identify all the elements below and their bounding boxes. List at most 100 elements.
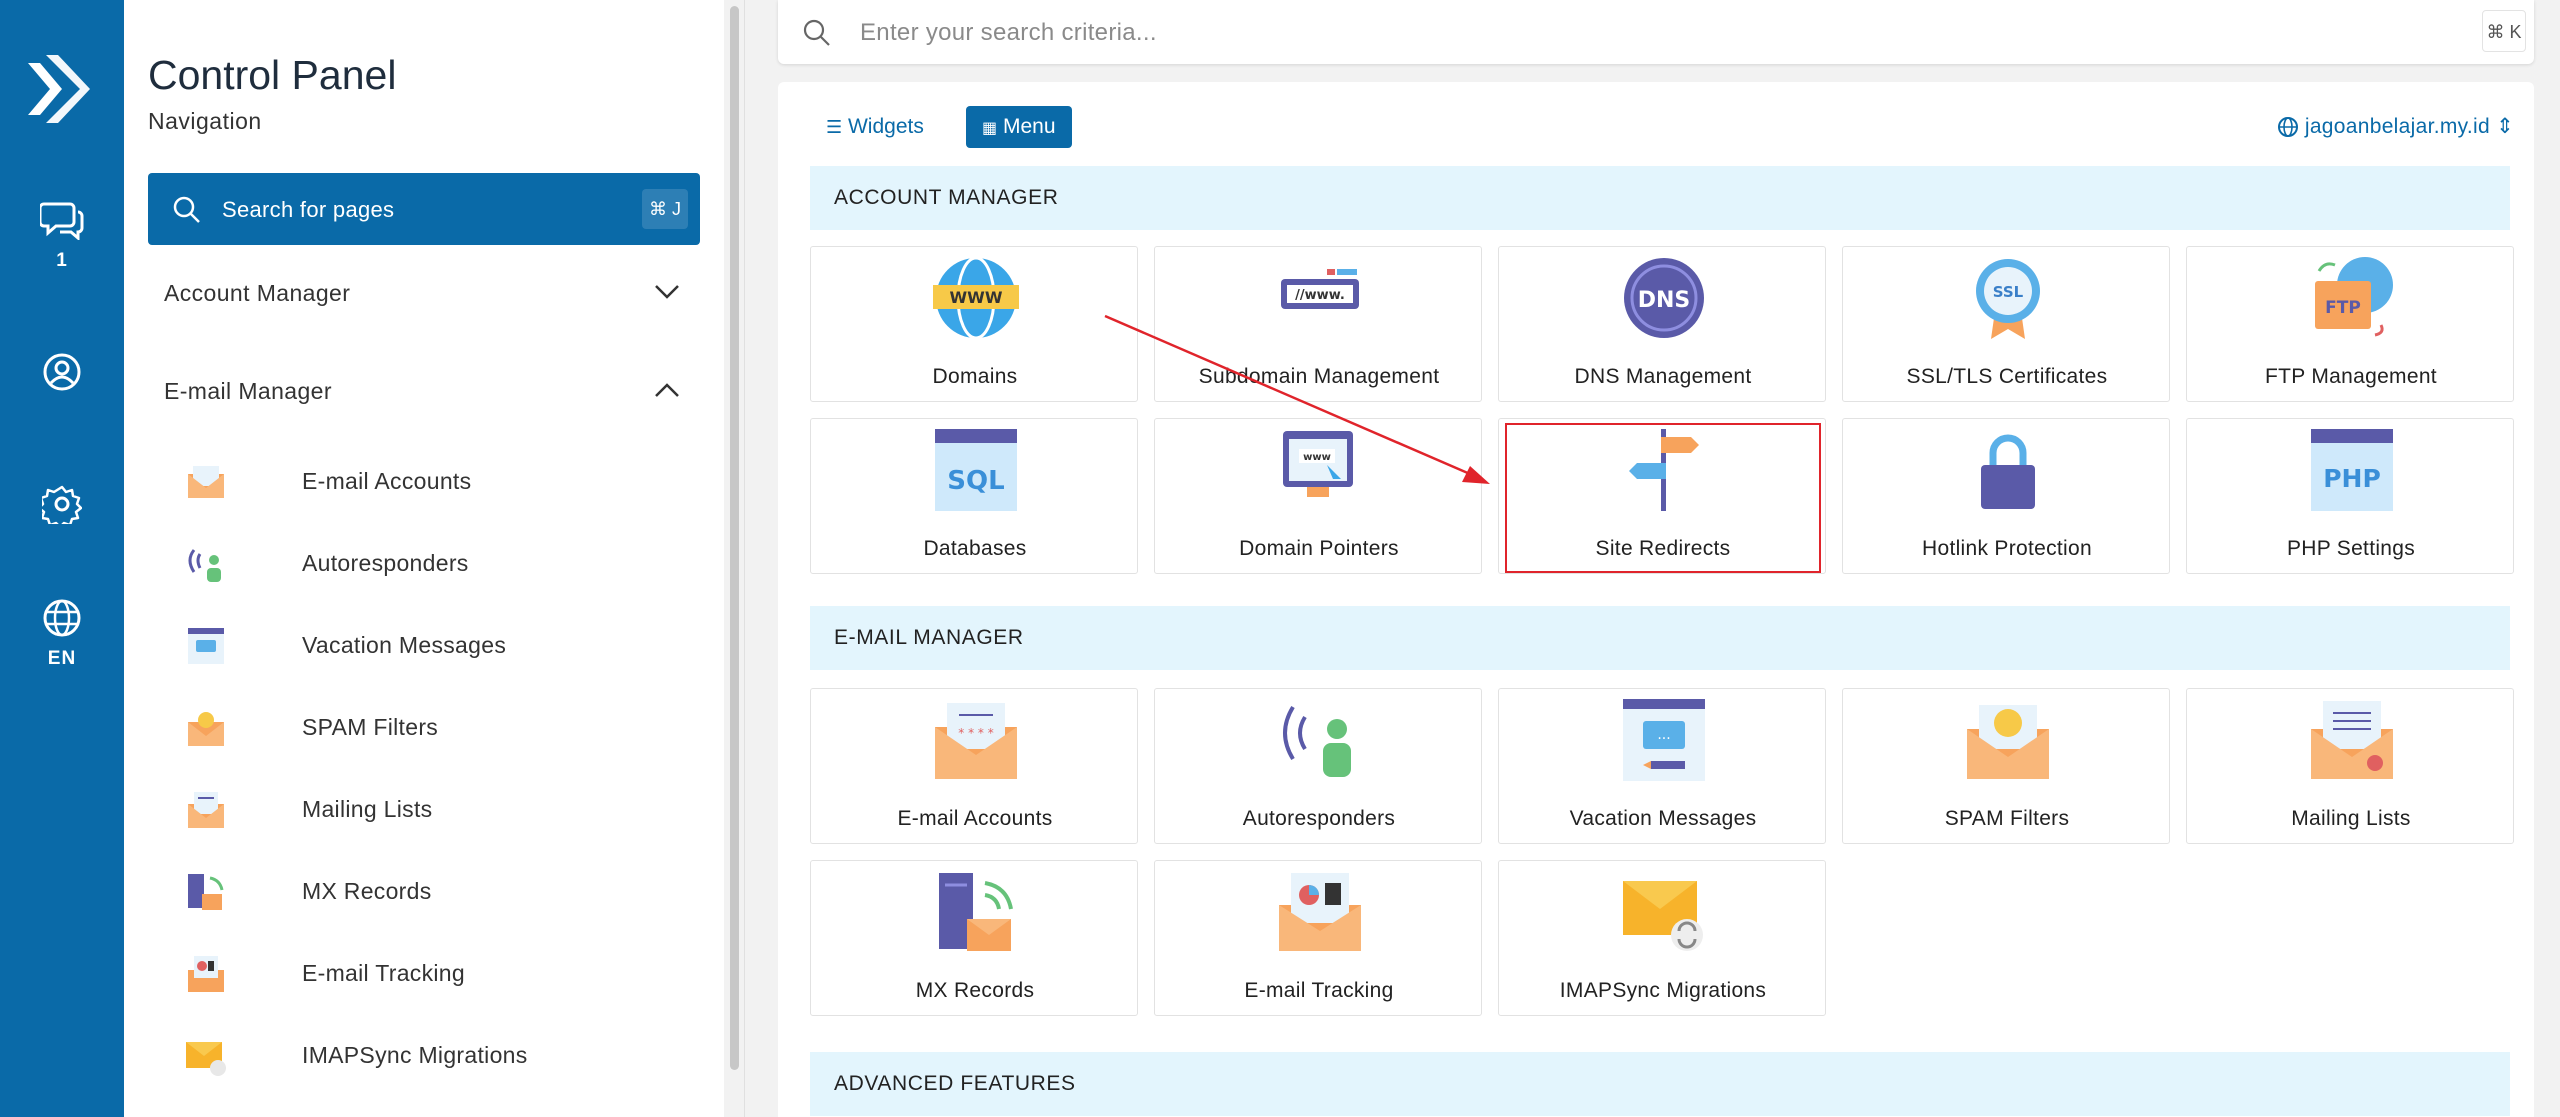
card-label: FTP Management bbox=[2265, 365, 2437, 388]
php-icon: PHP bbox=[2311, 429, 2393, 511]
sidebar-item-vacation-messages[interactable]: Vacation Messages bbox=[184, 618, 684, 674]
svg-text:FTP: FTP bbox=[2325, 298, 2361, 318]
section-header-account-manager: ACCOUNT MANAGER bbox=[810, 166, 2510, 230]
app-logo-icon[interactable] bbox=[28, 55, 90, 123]
sidebar-item-email-tracking[interactable]: E-mail Tracking bbox=[184, 946, 684, 1002]
card-label: SSL/TLS Certificates bbox=[1906, 365, 2108, 388]
vacation-messages-icon bbox=[188, 628, 224, 664]
sidebar-item-email-accounts[interactable]: E-mail Accounts bbox=[184, 454, 684, 510]
section-header-advanced-features: ADVANCED FEATURES bbox=[810, 1052, 2510, 1116]
svg-text://www.: //www. bbox=[1295, 288, 1345, 303]
spam-filter-icon bbox=[188, 712, 224, 746]
sql-database-icon: SQL bbox=[935, 429, 1017, 511]
card-label: Mailing Lists bbox=[2291, 807, 2411, 830]
chevron-down-icon bbox=[655, 285, 679, 299]
tab-label: Menu bbox=[1002, 115, 1056, 138]
search-icon bbox=[173, 196, 200, 223]
sidebar-item-label: MX Records bbox=[302, 878, 432, 904]
sidebar-item-label: Vacation Messages bbox=[302, 632, 507, 658]
sidebar-item-mx-records[interactable]: MX Records bbox=[184, 864, 684, 920]
svg-text:WWW: WWW bbox=[950, 288, 1003, 307]
main-panel: ☰ Widgets ▦ Menu jagoanbelajar.my.id ⇕ A… bbox=[778, 82, 2534, 1117]
sidebar-subtitle: Navigation bbox=[148, 108, 262, 134]
card-label: Domain Pointers bbox=[1239, 537, 1399, 560]
sidebar-item-label: Autoresponders bbox=[302, 550, 469, 576]
autoresponder-icon bbox=[1283, 705, 1351, 777]
card-mx-records[interactable]: MX Records bbox=[810, 860, 1138, 1016]
sidebar-item-label: E-mail Accounts bbox=[302, 468, 472, 494]
sidebar-search[interactable]: Search for pages ⌘ J bbox=[148, 173, 700, 245]
tab-widgets[interactable]: ☰ Widgets bbox=[810, 106, 940, 148]
card-databases[interactable]: SQL Databases bbox=[810, 418, 1138, 574]
search-icon bbox=[803, 19, 830, 46]
imapsync-icon bbox=[1623, 881, 1703, 951]
card-mailing-lists[interactable]: Mailing Lists bbox=[2186, 688, 2514, 844]
scrollbar-thumb[interactable] bbox=[730, 6, 739, 1070]
sidebar-item-autoresponders[interactable]: Autoresponders bbox=[184, 536, 684, 592]
section-account-manager[interactable]: Account Manager bbox=[164, 280, 694, 307]
sidebar-item-label: Mailing Lists bbox=[302, 796, 433, 822]
card-email-tracking[interactable]: E-mail Tracking bbox=[1154, 860, 1482, 1016]
card-domain-pointers[interactable]: www Domain Pointers bbox=[1154, 418, 1482, 574]
imapsync-icon bbox=[186, 1042, 226, 1076]
autoresponder-icon bbox=[188, 549, 221, 582]
sidebar-item-imapsync-migrations[interactable]: IMAPSync Migrations bbox=[184, 1028, 684, 1084]
language-nav[interactable]: EN bbox=[0, 598, 124, 670]
section-email-manager[interactable]: E-mail Manager bbox=[164, 378, 694, 405]
email-accounts-icon: * * * * bbox=[935, 703, 1017, 779]
email-accounts-icon bbox=[188, 466, 224, 498]
card-imapsync-migrations[interactable]: IMAPSync Migrations bbox=[1498, 860, 1826, 1016]
sidebar-search-shortcut: ⌘ J bbox=[642, 189, 688, 229]
settings-nav[interactable] bbox=[0, 484, 124, 524]
card-label: Databases bbox=[923, 537, 1027, 560]
card-label: E-mail Accounts bbox=[897, 807, 1053, 830]
sidebar-item-label: IMAPSync Migrations bbox=[302, 1042, 528, 1068]
messages-count: 1 bbox=[56, 250, 68, 271]
account-nav[interactable] bbox=[0, 352, 124, 392]
card-php-settings[interactable]: PHP PHP Settings bbox=[2186, 418, 2514, 574]
padlock-icon bbox=[1981, 434, 2035, 509]
subdomain-icon: //www. bbox=[1281, 269, 1359, 309]
global-search[interactable]: Enter your search criteria... ⌘ K bbox=[778, 0, 2534, 64]
svg-text:PHP: PHP bbox=[2323, 464, 2381, 493]
sidebar-search-placeholder: Search for pages bbox=[222, 197, 395, 222]
card-ssl-tls-certificates[interactable]: SSL SSL/TLS Certificates bbox=[1842, 246, 2170, 402]
sidebar-item-label: E-mail Tracking bbox=[302, 960, 465, 986]
sidebar-item-spam-filters[interactable]: SPAM Filters bbox=[184, 700, 684, 756]
mx-records-icon bbox=[188, 874, 224, 910]
card-vacation-messages[interactable]: ... Vacation Messages bbox=[1498, 688, 1826, 844]
domain-name: jagoanbelajar.my.id bbox=[2304, 115, 2490, 138]
globe-icon bbox=[43, 599, 81, 637]
card-domains[interactable]: WWW Domains bbox=[810, 246, 1138, 402]
card-label: IMAPSync Migrations bbox=[1559, 979, 1767, 1002]
messages-nav[interactable]: 1 bbox=[0, 200, 124, 272]
ssl-badge-icon: SSL bbox=[1976, 259, 2040, 339]
domain-selector[interactable]: jagoanbelajar.my.id ⇕ bbox=[2277, 106, 2514, 148]
list-icon: ☰ bbox=[826, 117, 843, 137]
email-tracking-icon bbox=[188, 956, 224, 992]
card-autoresponders[interactable]: Autoresponders bbox=[1154, 688, 1482, 844]
card-dns-management[interactable]: DNS DNS Management bbox=[1498, 246, 1826, 402]
card-ftp-management[interactable]: FTP FTP Management bbox=[2186, 246, 2514, 402]
email-tracking-icon bbox=[1279, 873, 1361, 951]
section-label: E-mail Manager bbox=[164, 378, 332, 404]
svg-text:SSL: SSL bbox=[1993, 283, 2024, 301]
highlight-box bbox=[1505, 423, 1821, 573]
card-subdomain-management[interactable]: //www. Subdomain Management bbox=[1154, 246, 1482, 402]
ftp-folder-icon: FTP bbox=[2315, 257, 2393, 337]
card-label: Autoresponders bbox=[1242, 807, 1396, 830]
card-label: MX Records bbox=[915, 979, 1035, 1002]
sidebar-scrollbar[interactable] bbox=[724, 0, 744, 1117]
card-label: Hotlink Protection bbox=[1922, 537, 2092, 560]
card-spam-filters[interactable]: SPAM Filters bbox=[1842, 688, 2170, 844]
svg-text:SQL: SQL bbox=[947, 466, 1004, 496]
chevron-up-icon bbox=[655, 383, 679, 397]
sidebar-item-mailing-lists[interactable]: Mailing Lists bbox=[184, 782, 684, 838]
gear-icon bbox=[42, 485, 82, 524]
card-hotlink-protection[interactable]: Hotlink Protection bbox=[1842, 418, 2170, 574]
card-label: Domains bbox=[932, 365, 1018, 388]
svg-text:...: ... bbox=[1657, 727, 1670, 743]
tab-menu[interactable]: ▦ Menu bbox=[966, 106, 1072, 148]
card-email-accounts[interactable]: * * * * E-mail Accounts bbox=[810, 688, 1138, 844]
globe-icon bbox=[2277, 117, 2298, 138]
